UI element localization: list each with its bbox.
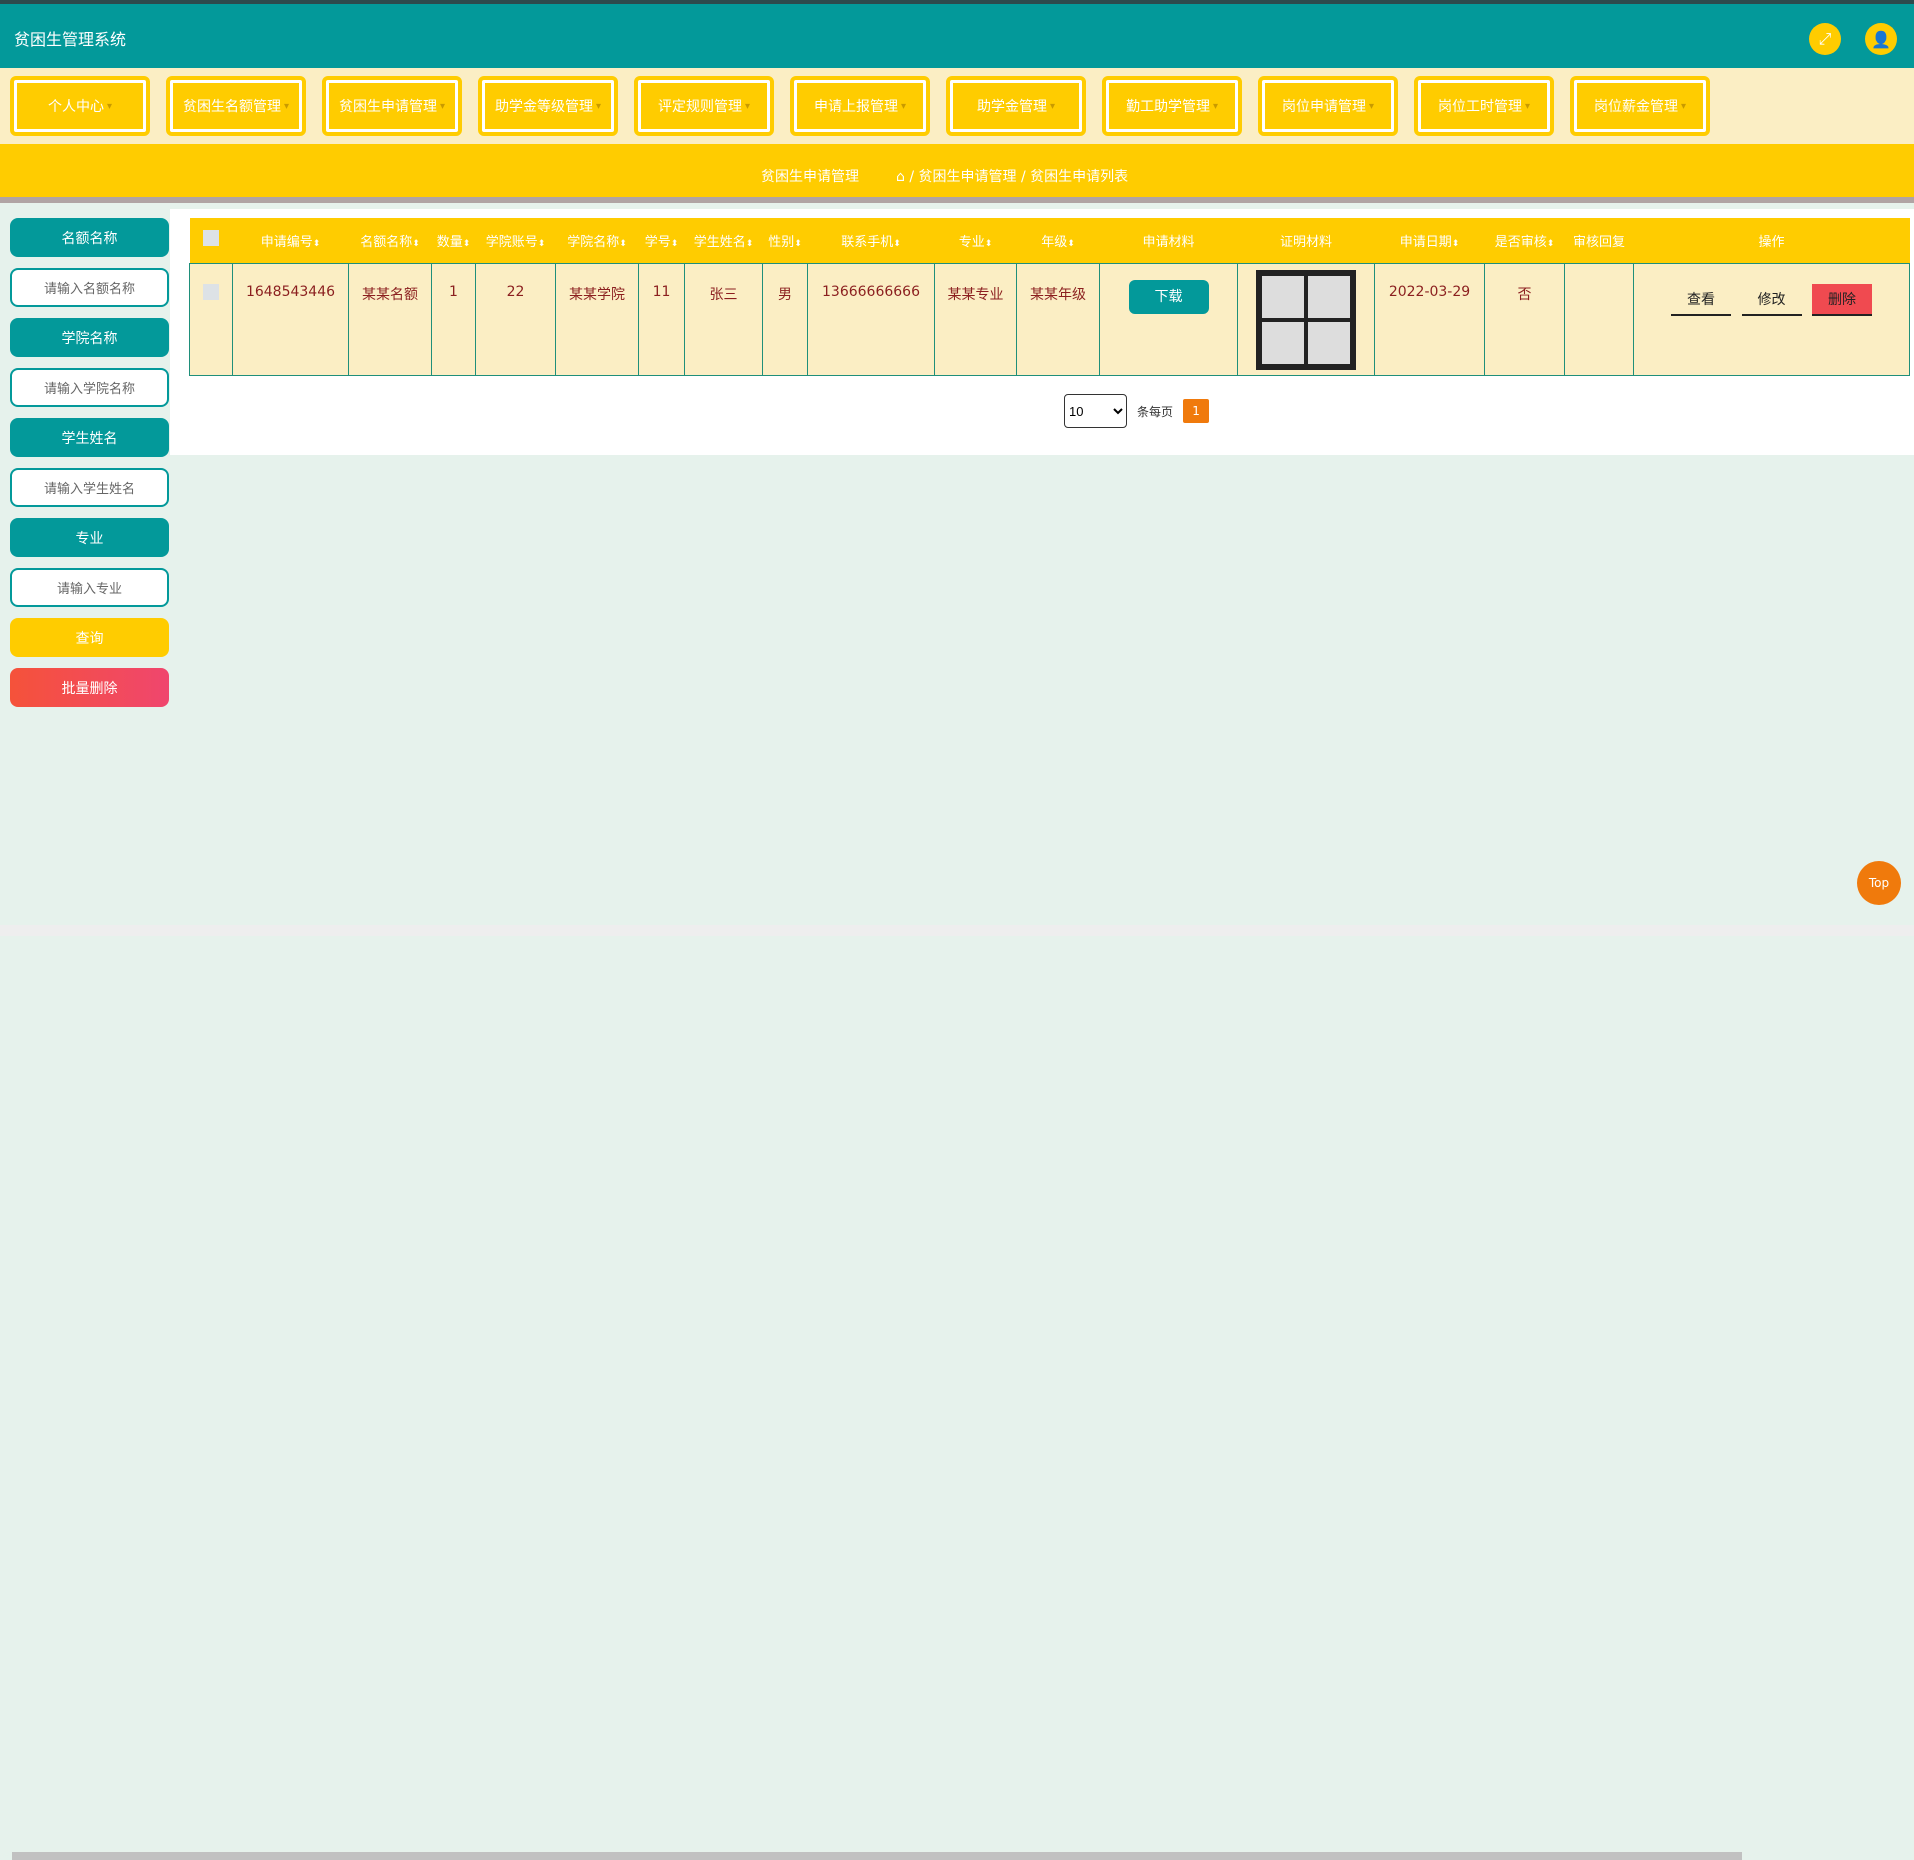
col-quota[interactable]: 名额名称 <box>348 218 432 263</box>
app-title: 贫困生管理系统 <box>14 30 127 49</box>
fullscreen-icon[interactable]: ⤢ <box>1809 23 1841 55</box>
nav-post-application[interactable]: 岗位申请管理 <box>1258 76 1398 136</box>
pagination: 10 条每页 1 <box>1064 394 1210 428</box>
download-button[interactable]: 下载 <box>1128 279 1209 314</box>
nav-work-study[interactable]: 勤工助学管理 <box>1102 76 1242 136</box>
col-phone[interactable]: 联系手机 <box>807 218 935 263</box>
col-grade[interactable]: 年级 <box>1016 218 1100 263</box>
nav-quota[interactable]: 贫困生名额管理 <box>166 76 306 136</box>
major-label: 专业 <box>10 518 169 557</box>
nav-application[interactable]: 贫困生申请管理 <box>322 76 462 136</box>
col-id[interactable]: 申请编号 <box>232 218 349 263</box>
page-size-select[interactable]: 10 <box>1064 394 1127 428</box>
delete-button[interactable]: 删除 <box>1811 283 1872 316</box>
page-title: 贫困生申请管理 <box>761 169 859 185</box>
cell-grade: 某某年级 <box>1016 262 1100 376</box>
cell-reply <box>1564 262 1634 376</box>
nav-grant[interactable]: 助学金管理 <box>946 76 1086 136</box>
col-gender[interactable]: 性别 <box>762 218 808 263</box>
nav-post-salary[interactable]: 岗位薪金管理 <box>1570 76 1710 136</box>
cell-phone: 13666666666 <box>807 262 935 376</box>
col-material: 申请材料 <box>1099 218 1238 263</box>
proof-image[interactable] <box>1256 269 1356 370</box>
cell-quota: 某某名额 <box>348 262 432 376</box>
table-row: 1648543446 某某名额 1 22 某某学院 11 张三 男 136666… <box>189 262 1910 376</box>
cell-count: 1 <box>431 262 476 376</box>
breadcrumb-bar: 贫困生申请管理 ⌂ / 贫困生申请管理 / 贫困生申请列表 <box>0 144 1914 203</box>
search-button[interactable]: 查询 <box>10 618 169 657</box>
main-nav: 个人中心 贫困生名额管理 贫困生申请管理 助学金等级管理 评定规则管理 申请上报… <box>0 68 1914 144</box>
application-table: 申请编号 名额名称 数量 学院账号 学院名称 学号 学生姓名 性别 联系手机 专… <box>189 218 1910 376</box>
nav-rules[interactable]: 评定规则管理 <box>634 76 774 136</box>
col-major[interactable]: 专业 <box>934 218 1017 263</box>
user-icon[interactable]: 👤 <box>1865 23 1897 55</box>
col-count[interactable]: 数量 <box>431 218 476 263</box>
cell-reviewed: 否 <box>1484 262 1565 376</box>
col-college[interactable]: 学院名称 <box>555 218 639 263</box>
major-input[interactable]: 请输入专业 <box>10 568 169 607</box>
row-checkbox[interactable] <box>203 283 219 300</box>
breadcrumb: ⌂ / 贫困生申请管理 / 贫困生申请列表 <box>896 169 1129 185</box>
view-button[interactable]: 查看 <box>1671 284 1732 316</box>
student-name-input[interactable]: 请输入学生姓名 <box>10 468 169 507</box>
cell-gender: 男 <box>762 262 808 376</box>
college-name-label: 学院名称 <box>10 318 169 357</box>
cell-name: 张三 <box>684 262 763 376</box>
back-to-top-button[interactable]: Top <box>1857 861 1901 905</box>
nav-grant-level[interactable]: 助学金等级管理 <box>478 76 618 136</box>
quota-name-input[interactable]: 请输入名额名称 <box>10 268 169 307</box>
college-name-input[interactable]: 请输入学院名称 <box>10 368 169 407</box>
col-date[interactable]: 申请日期 <box>1374 218 1485 263</box>
col-name[interactable]: 学生姓名 <box>684 218 763 263</box>
cell-material: 下载 <box>1099 262 1238 376</box>
per-page-label: 条每页 <box>1137 404 1174 419</box>
col-college-account[interactable]: 学院账号 <box>475 218 556 263</box>
cell-date: 2022-03-29 <box>1374 262 1485 376</box>
quota-name-label: 名额名称 <box>10 218 169 257</box>
page-1-button[interactable]: 1 <box>1183 399 1210 423</box>
student-name-label: 学生姓名 <box>10 418 169 457</box>
col-reviewed[interactable]: 是否审核 <box>1484 218 1565 263</box>
cell-college-account: 22 <box>475 262 556 376</box>
col-sno[interactable]: 学号 <box>638 218 685 263</box>
cell-sno: 11 <box>638 262 685 376</box>
table-header: 申请编号 名额名称 数量 学院账号 学院名称 学号 学生姓名 性别 联系手机 专… <box>189 218 1910 263</box>
nav-post-hours[interactable]: 岗位工时管理 <box>1414 76 1554 136</box>
cell-major: 某某专业 <box>934 262 1017 376</box>
col-proof: 证明材料 <box>1237 218 1375 263</box>
nav-report[interactable]: 申请上报管理 <box>790 76 930 136</box>
select-all-checkbox[interactable] <box>203 230 219 247</box>
horizontal-scrollbar[interactable] <box>0 925 1914 1860</box>
col-actions: 操作 <box>1633 218 1910 263</box>
col-reply: 审核回复 <box>1564 218 1634 263</box>
edit-button[interactable]: 修改 <box>1741 284 1802 316</box>
batch-delete-button[interactable]: 批量删除 <box>10 668 169 707</box>
cell-id: 1648543446 <box>232 262 349 376</box>
top-bar: 贫困生管理系统 ⤢ 👤 <box>0 0 1914 68</box>
nav-personal-center[interactable]: 个人中心 <box>10 76 150 136</box>
home-icon[interactable]: ⌂ <box>896 169 905 185</box>
cell-actions: 查看 修改 删除 <box>1633 262 1910 376</box>
scrollbar-thumb[interactable] <box>12 1852 1742 1860</box>
cell-college: 某某学院 <box>555 262 639 376</box>
cell-proof <box>1237 262 1375 376</box>
